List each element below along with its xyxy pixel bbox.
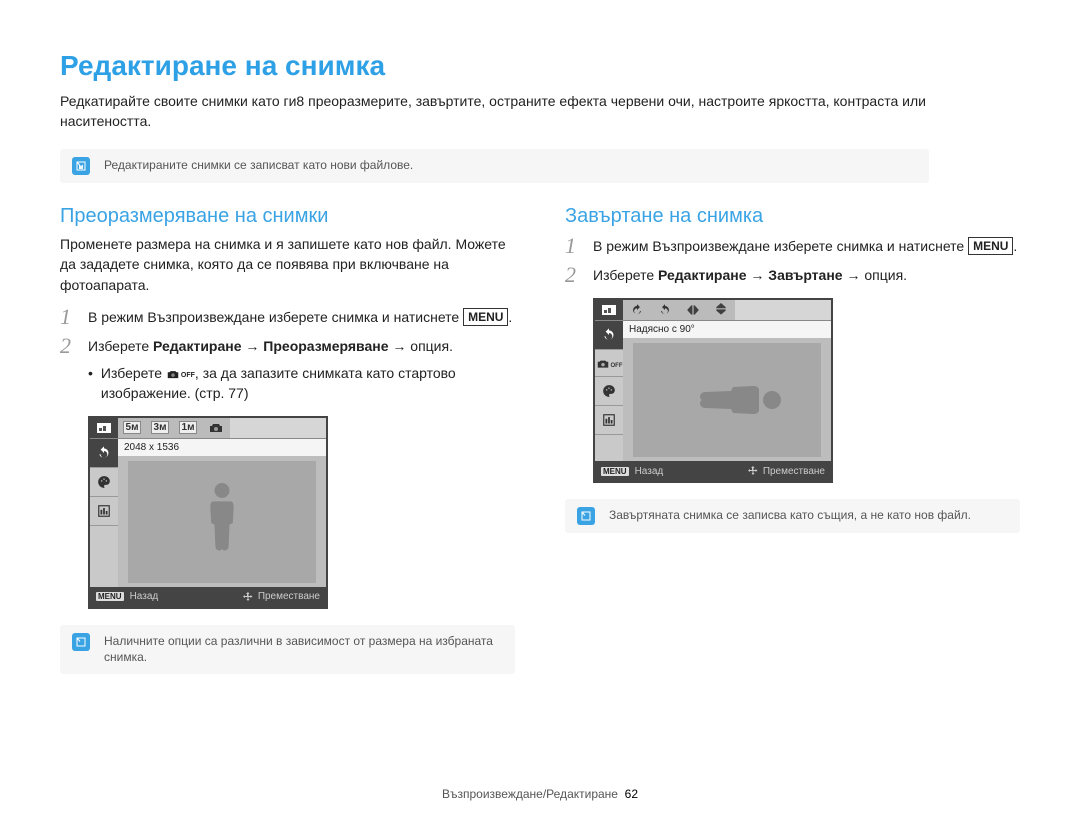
page-number: 62 — [625, 787, 638, 801]
rotate-right-icon — [623, 300, 651, 320]
step1a: В режим Възпроизвеждане изберете снимка … — [593, 238, 968, 254]
side-icon-grid — [90, 497, 118, 526]
step-number: 1 — [565, 235, 593, 257]
flip-h-icon — [679, 300, 707, 320]
step2e: → опция. — [389, 338, 453, 354]
side-icon-camera-off: OFF — [595, 350, 623, 377]
top-icon-selected — [90, 418, 118, 438]
camera-screen-rotate: OFF Надясно с 90° — [593, 298, 833, 483]
resize-note-text: Наличните опции са различни в зависимост… — [104, 633, 503, 667]
step-number: 2 — [60, 335, 88, 357]
note-icon — [72, 157, 90, 175]
rotate-note-box: Завъртяната снимка се записва като същия… — [565, 499, 1020, 533]
side-icon-palette — [595, 377, 623, 406]
step1b: . — [508, 309, 512, 325]
step2c: → — [747, 267, 769, 283]
menu-key: MENU — [463, 308, 508, 326]
camera-screen-resize: 5м 3м 1м — [88, 416, 328, 609]
bullet-a: Изберете — [101, 365, 166, 381]
top-icon-selected — [595, 300, 623, 320]
resize-heading: Преоразмеряване на снимки — [60, 205, 515, 228]
back-key-icon: MENU — [96, 592, 124, 601]
resize-intro: Променете размера на снимка и я запишете… — [60, 234, 515, 295]
dpad-icon — [747, 465, 759, 477]
page-title: Редактиране на снимка — [60, 50, 1020, 82]
footer-text: Възпроизвеждане/Редактиране — [442, 787, 618, 801]
step1b: . — [1013, 238, 1017, 254]
back-key-icon: MENU — [601, 467, 629, 476]
side-icon-grid — [595, 406, 623, 435]
preview-image-rotated — [633, 343, 821, 457]
resize-step-2: 2 Изберете Редактиране → Преоразмеряване… — [60, 334, 515, 357]
note-icon — [577, 507, 595, 525]
step2b: Редактиране — [658, 267, 747, 283]
step-number: 1 — [60, 306, 88, 328]
step2b: Редактиране — [153, 338, 242, 354]
size-opt-5m: 5м — [118, 418, 146, 438]
col-rotate: Завъртане на снимка 1 В режим Възпроизве… — [565, 205, 1020, 684]
resize-bullet: Изберете OFF, за да запазите снимката ка… — [88, 363, 515, 404]
preview-image — [128, 461, 316, 583]
col-resize: Преоразмеряване на снимки Променете разм… — [60, 205, 515, 684]
move-label: Преместване — [763, 466, 825, 477]
top-note-text: Редактираните снимки се записват като но… — [104, 157, 413, 174]
step2d: Завъртане — [768, 267, 842, 283]
top-note-box: Редактираните снимки се записват като но… — [60, 149, 929, 183]
step2a: Изберете — [593, 267, 658, 283]
step-number: 2 — [565, 264, 593, 286]
back-label: Назад — [635, 466, 664, 477]
move-label: Преместване — [258, 591, 320, 602]
size-opt-camera — [202, 418, 230, 438]
side-icon-rotate — [595, 321, 623, 350]
dpad-icon — [242, 591, 254, 603]
camera-off-icon: OFF — [166, 367, 195, 381]
rotate-status: Надясно с 90° — [623, 321, 831, 338]
size-opt-1m: 1м — [174, 418, 202, 438]
side-icon-palette — [90, 468, 118, 497]
rotate-step-2: 2 Изберете Редактиране → Завъртане → опц… — [565, 263, 1020, 286]
note-icon — [72, 633, 90, 651]
step2e: → опция. — [843, 267, 907, 283]
resize-status: 2048 x 1536 — [118, 439, 326, 456]
rotate-left-icon — [651, 300, 679, 320]
step1a: В режим Възпроизвеждане изберете снимка … — [88, 309, 463, 325]
resize-step-1: 1 В режим Възпроизвеждане изберете снимк… — [60, 305, 515, 328]
menu-key: MENU — [968, 237, 1013, 255]
intro-text: Редкатирайте своите снимки като ги8 прео… — [60, 92, 1020, 131]
flip-v-icon — [707, 300, 735, 320]
rotate-note-text: Завъртяната снимка се записва като същия… — [609, 507, 971, 524]
resize-note-box: Наличните опции са различни в зависимост… — [60, 625, 515, 675]
rotate-step-1: 1 В режим Възпроизвеждане изберете снимк… — [565, 234, 1020, 257]
step2a: Изберете — [88, 338, 153, 354]
rotate-heading: Завъртане на снимка — [565, 205, 1020, 228]
page-footer: Възпроизвеждане/Редактиране 62 — [0, 787, 1080, 801]
step2d: Преоразмеряване — [263, 338, 388, 354]
side-icon-rotate — [90, 439, 118, 468]
size-opt-3m: 3м — [146, 418, 174, 438]
step2c: → — [242, 338, 264, 354]
back-label: Назад — [130, 591, 159, 602]
